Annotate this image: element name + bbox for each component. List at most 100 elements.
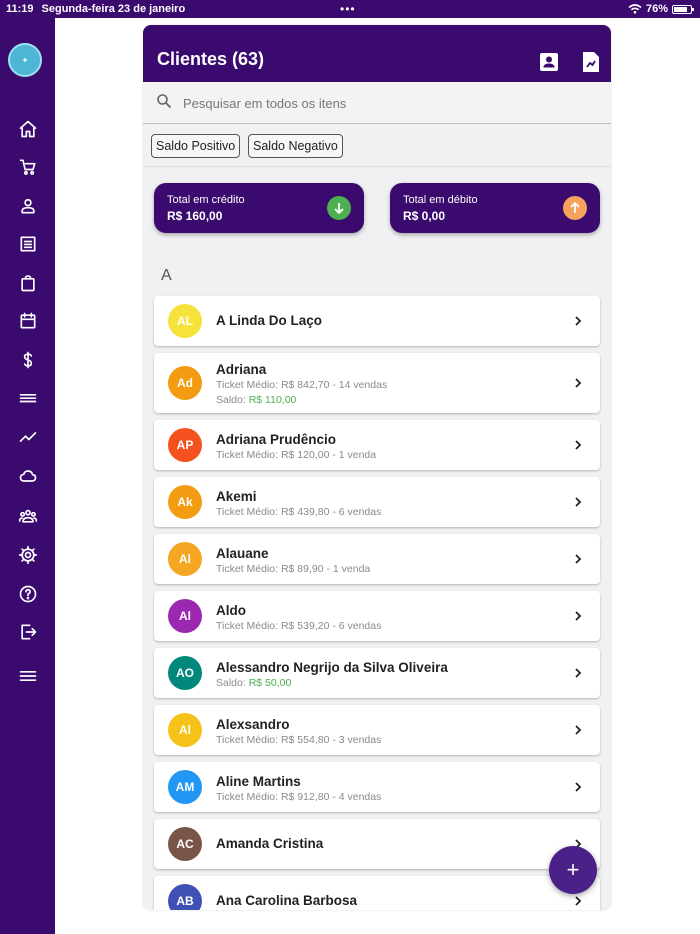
bag-icon[interactable]	[17, 272, 39, 294]
chevron-right-icon	[575, 378, 582, 388]
client-ticket: Ticket Médio: R$ 554,80 - 3 vendas	[216, 734, 382, 746]
client-row[interactable]: Al Alexsandro Ticket Médio: R$ 554,80 - 3 …	[154, 705, 600, 755]
client-ticket: Ticket Médio: R$ 120,00 - 1 venda	[216, 449, 377, 461]
avatar: AB	[168, 884, 202, 910]
search-input[interactable]	[183, 92, 583, 114]
chevron-right-icon	[575, 782, 582, 792]
filter-chips: Saldo Positivo Saldo Negativo	[143, 125, 611, 167]
help-icon[interactable]	[17, 583, 39, 605]
contact-card-icon[interactable]	[538, 51, 560, 73]
total-credit-label: Total em crédito	[167, 194, 245, 206]
status-date: Segunda-feira 23 de janeiro	[41, 3, 186, 15]
calendar-icon[interactable]	[17, 310, 39, 332]
saldo-value: R$ 110,00	[248, 394, 297, 406]
client-row[interactable]: AB Ana Carolina Barbosa	[154, 876, 600, 910]
client-name: Aline Martins	[216, 774, 301, 789]
card-icon[interactable]	[17, 388, 39, 410]
battery-icon	[672, 4, 694, 14]
avatar: Ak	[168, 485, 202, 519]
client-row[interactable]: Ak Akemi Ticket Médio: R$ 439,80 - 6 venda…	[154, 477, 600, 527]
client-name: Ana Carolina Barbosa	[216, 893, 358, 908]
avatar: Al	[168, 599, 202, 633]
battery-percent: 76%	[645, 3, 668, 15]
total-credit-card: Total em crédito R$ 160,00	[154, 183, 364, 233]
saldo-label: Saldo:	[216, 394, 246, 406]
client-name: Alessandro Negrijo da Silva Oliveira	[216, 660, 448, 675]
cloud-icon[interactable]	[17, 465, 39, 487]
filter-negative-chip[interactable]: Saldo Negativo	[248, 134, 343, 158]
chevron-right-icon	[575, 554, 582, 564]
chevron-right-icon	[575, 440, 582, 450]
client-row[interactable]: AM Aline Martins Ticket Médio: R$ 912,80 -…	[154, 762, 600, 812]
client-saldo: Saldo: R$ 110,00	[216, 394, 296, 406]
client-row[interactable]: Al Aldo Ticket Médio: R$ 539,20 - 6 vendas	[154, 591, 600, 641]
people-icon[interactable]	[17, 505, 39, 527]
client-row[interactable]: AP Adriana Prudêncio Ticket Médio: R$ 120,…	[154, 420, 600, 470]
avatar: AO	[168, 656, 202, 690]
chart-icon[interactable]	[17, 426, 39, 448]
cart-icon[interactable]	[17, 156, 39, 178]
wifi-icon	[628, 4, 642, 14]
clients-panel: Clientes (63) Saldo Positivo Saldo Negat…	[143, 25, 611, 910]
avatar: Al	[168, 713, 202, 747]
client-name: Adriana Prudêncio	[216, 432, 337, 447]
logout-icon[interactable]	[17, 621, 39, 643]
chevron-right-icon	[575, 896, 582, 906]
status-time: 11:19	[6, 3, 34, 15]
report-file-icon[interactable]	[580, 51, 602, 73]
avatar: AP	[168, 428, 202, 462]
arrow-up-icon	[563, 196, 587, 220]
search-bar	[143, 82, 611, 124]
search-icon	[157, 94, 172, 109]
client-ticket: Ticket Médio: R$ 842,70 - 14 vendas	[216, 379, 388, 391]
client-row[interactable]: Ad Adriana Ticket Médio: R$ 842,70 - 14 ve…	[154, 353, 600, 413]
list-icon[interactable]	[17, 233, 39, 255]
client-name: Aldo	[216, 603, 246, 618]
client-row[interactable]: AO Alessandro Negrijo da Silva Oliveira Sa…	[154, 648, 600, 698]
client-name: Amanda Cristina	[216, 836, 324, 851]
gear-icon[interactable]	[17, 544, 39, 566]
multitask-dots-icon[interactable]: •••	[340, 2, 356, 16]
chevron-right-icon	[575, 497, 582, 507]
client-row[interactable]: AC Amanda Cristina	[154, 819, 600, 869]
menu-icon[interactable]	[17, 665, 39, 687]
page-title: Clientes (63)	[157, 49, 265, 69]
client-ticket: Ticket Médio: R$ 539,20 - 6 vendas	[216, 620, 382, 632]
chevron-right-icon	[575, 725, 582, 735]
dollar-icon[interactable]	[17, 349, 39, 371]
total-credit-value: R$ 160,00	[167, 209, 223, 223]
avatar: Al	[168, 542, 202, 576]
home-icon[interactable]	[17, 118, 39, 140]
client-saldo: Saldo: R$ 50,00	[216, 677, 291, 689]
client-name: A Linda Do Laço	[216, 313, 323, 328]
person-icon[interactable]	[17, 195, 39, 217]
app-logo[interactable]: ✦	[8, 43, 42, 77]
saldo-value: R$ 50,00	[248, 677, 292, 689]
client-row[interactable]: AL A Linda Do Laço	[154, 296, 600, 346]
section-letter: A	[161, 267, 172, 284]
status-bar: 11:19 Segunda-feira 23 de janeiro ••• 76…	[0, 0, 700, 18]
avatar: AC	[168, 827, 202, 861]
client-name: Alauane	[216, 546, 269, 561]
filter-positive-chip[interactable]: Saldo Positivo	[151, 134, 241, 158]
saldo-label: Saldo:	[216, 677, 246, 689]
chevron-right-icon	[575, 611, 582, 621]
client-ticket: Ticket Médio: R$ 89,90 - 1 venda	[216, 563, 371, 575]
arrow-down-icon	[327, 196, 351, 220]
total-debit-card: Total em débito R$ 0,00	[390, 183, 600, 233]
total-debit-label: Total em débito	[403, 194, 478, 206]
chevron-right-icon	[575, 668, 582, 678]
clients-header: Clientes (63)	[143, 25, 611, 82]
client-ticket: Ticket Médio: R$ 912,80 - 4 vendas	[216, 791, 382, 803]
client-name: Akemi	[216, 489, 257, 504]
client-ticket: Ticket Médio: R$ 439,80 - 6 vendas	[216, 506, 382, 518]
avatar: AL	[168, 304, 202, 338]
add-client-button[interactable]: +	[549, 846, 597, 894]
chevron-right-icon	[575, 316, 582, 326]
total-debit-value: R$ 0,00	[403, 209, 446, 223]
sidebar: ✦	[0, 18, 55, 934]
client-name: Adriana	[216, 362, 267, 377]
avatar: AM	[168, 770, 202, 804]
client-row[interactable]: Al Alauane Ticket Médio: R$ 89,90 - 1 vend…	[154, 534, 600, 584]
client-name: Alexsandro	[216, 717, 290, 732]
